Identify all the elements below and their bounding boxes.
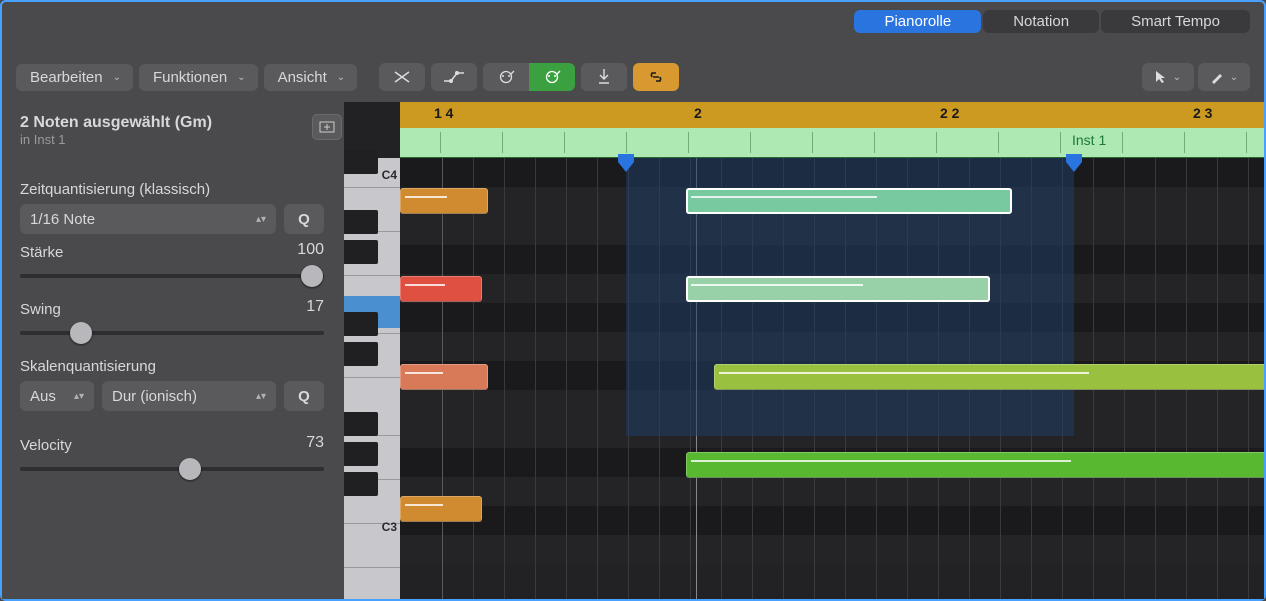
velocity-slider[interactable] [20, 462, 324, 476]
slider-track [20, 331, 324, 335]
quantize-value-dropdown[interactable]: 1/16 Note ▴▾ [20, 204, 276, 234]
note-velocity-line [405, 504, 443, 506]
view-mode-button[interactable] [312, 114, 342, 140]
quantize-now-button[interactable]: Q [284, 204, 324, 234]
region-name: Inst 1 [1072, 132, 1106, 148]
midi-note[interactable] [400, 364, 488, 390]
piano-keyboard[interactable]: C4 C3 [344, 158, 400, 599]
pointer-icon [1155, 70, 1167, 84]
menu-view-label: Ansicht [278, 69, 327, 86]
chevron-down-icon: ⌄ [1173, 72, 1181, 83]
midi-note[interactable] [400, 276, 482, 302]
ruler-tick: 2 3 [1193, 105, 1212, 121]
slider-knob[interactable] [301, 265, 323, 287]
automation-icon-button[interactable] [431, 63, 477, 91]
scale-quantize-now-button[interactable]: Q [284, 381, 324, 411]
midi-note[interactable] [714, 364, 1264, 390]
tab-notation[interactable]: Notation [983, 10, 1099, 33]
slider-knob[interactable] [179, 458, 201, 480]
menu-edit[interactable]: Bearbeiten ⌄ [16, 64, 133, 91]
chevron-down-icon: ⌄ [1230, 72, 1238, 83]
note-velocity-line [405, 372, 443, 374]
pencil-icon [1210, 70, 1224, 84]
selection-handle[interactable] [618, 154, 634, 172]
swing-slider[interactable] [20, 326, 324, 340]
inspector-panel: 2 Noten ausgewählt (Gm) in Inst 1 Zeitqu… [2, 102, 342, 599]
midi-note[interactable] [400, 188, 488, 214]
black-key[interactable] [344, 442, 378, 466]
ruler-tick: 1 4 [434, 105, 453, 121]
quantize-value: 1/16 Note [30, 211, 95, 228]
selection-title: 2 Noten ausgewählt (Gm) [20, 114, 324, 132]
midi-note[interactable] [686, 188, 1012, 214]
note-velocity-line [719, 372, 1089, 374]
note-velocity-line [691, 196, 877, 198]
menu-view[interactable]: Ansicht ⌄ [264, 64, 358, 91]
stepper-icon: ▴▾ [256, 214, 266, 225]
key-label-c4: C4 [382, 168, 397, 182]
link-button[interactable] [633, 63, 679, 91]
chevron-down-icon: ⌄ [113, 72, 121, 83]
key-label-c3: C3 [382, 520, 397, 534]
note-velocity-line [691, 284, 863, 286]
pencil-tool-dropdown[interactable]: ⌄ [1198, 63, 1250, 91]
black-key[interactable] [344, 412, 378, 436]
menu-edit-label: Bearbeiten [30, 69, 103, 86]
ruler-tick: 2 [694, 105, 702, 121]
black-key[interactable] [344, 342, 378, 366]
pointer-tool-dropdown[interactable]: ⌄ [1142, 63, 1194, 91]
scale-quantize-enable-dropdown[interactable]: Aus ▴▾ [20, 381, 94, 411]
scaleq-scale-value: Dur (ionisch) [112, 388, 197, 405]
midi-out-icon-button[interactable] [483, 63, 529, 91]
note-velocity-line [405, 196, 447, 198]
midi-in-icon [543, 70, 561, 84]
midi-note[interactable] [400, 496, 482, 522]
beat-ruler[interactable]: 1 4 2 2 2 2 3 [400, 102, 1264, 128]
region-strip[interactable]: Inst 1 [400, 128, 1264, 158]
scale-quantize-label: Skalenquantisierung [20, 358, 324, 375]
note-velocity-line [691, 460, 1071, 462]
black-key[interactable] [344, 240, 378, 264]
playhead-icon [597, 69, 611, 85]
ruler-tick: 2 2 [940, 105, 959, 121]
swing-value: 17 [20, 298, 324, 316]
piano-roll-area: 1 4 2 2 2 2 3 Inst 1 C4 C3 [344, 102, 1264, 599]
chevron-down-icon: ⌄ [337, 72, 345, 83]
selection-handle[interactable] [1066, 154, 1082, 172]
strength-value: 100 [20, 241, 324, 259]
menu-functions[interactable]: Funktionen ⌄ [139, 64, 258, 91]
black-key[interactable] [344, 312, 378, 336]
black-key[interactable] [344, 150, 378, 174]
chevron-down-icon: ⌄ [237, 72, 245, 83]
midi-in-icon-button[interactable] [529, 63, 575, 91]
stepper-icon: ▴▾ [256, 391, 266, 402]
note-grid[interactable] [400, 158, 1264, 599]
midi-note[interactable] [686, 276, 990, 302]
black-key[interactable] [344, 472, 378, 496]
midi-out-icon [497, 70, 515, 84]
scaleq-enable-value: Aus [30, 388, 56, 405]
tab-pianoroll[interactable]: Pianorolle [854, 10, 981, 33]
slider-knob[interactable] [70, 322, 92, 344]
toolbar: Bearbeiten ⌄ Funktionen ⌄ Ansicht ⌄ [16, 60, 1250, 94]
stepper-icon: ▴▾ [74, 391, 84, 402]
link-icon [646, 71, 666, 83]
selection-subtitle: in Inst 1 [20, 132, 324, 147]
collapse-icon-button[interactable] [379, 63, 425, 91]
catch-playhead-button[interactable] [581, 63, 627, 91]
slider-track [20, 274, 324, 278]
curve-icon [443, 71, 465, 83]
menu-functions-label: Funktionen [153, 69, 227, 86]
tab-smart-tempo[interactable]: Smart Tempo [1101, 10, 1250, 33]
black-key[interactable] [344, 210, 378, 234]
strength-slider[interactable] [20, 269, 324, 283]
note-velocity-line [405, 284, 445, 286]
scale-quantize-scale-dropdown[interactable]: Dur (ionisch) ▴▾ [102, 381, 276, 411]
view-mode-icon [319, 121, 335, 133]
fold-icon [393, 70, 411, 84]
quantize-label: Zeitquantisierung (klassisch) [20, 181, 324, 198]
midi-note[interactable] [686, 452, 1264, 478]
slider-track [20, 467, 324, 471]
